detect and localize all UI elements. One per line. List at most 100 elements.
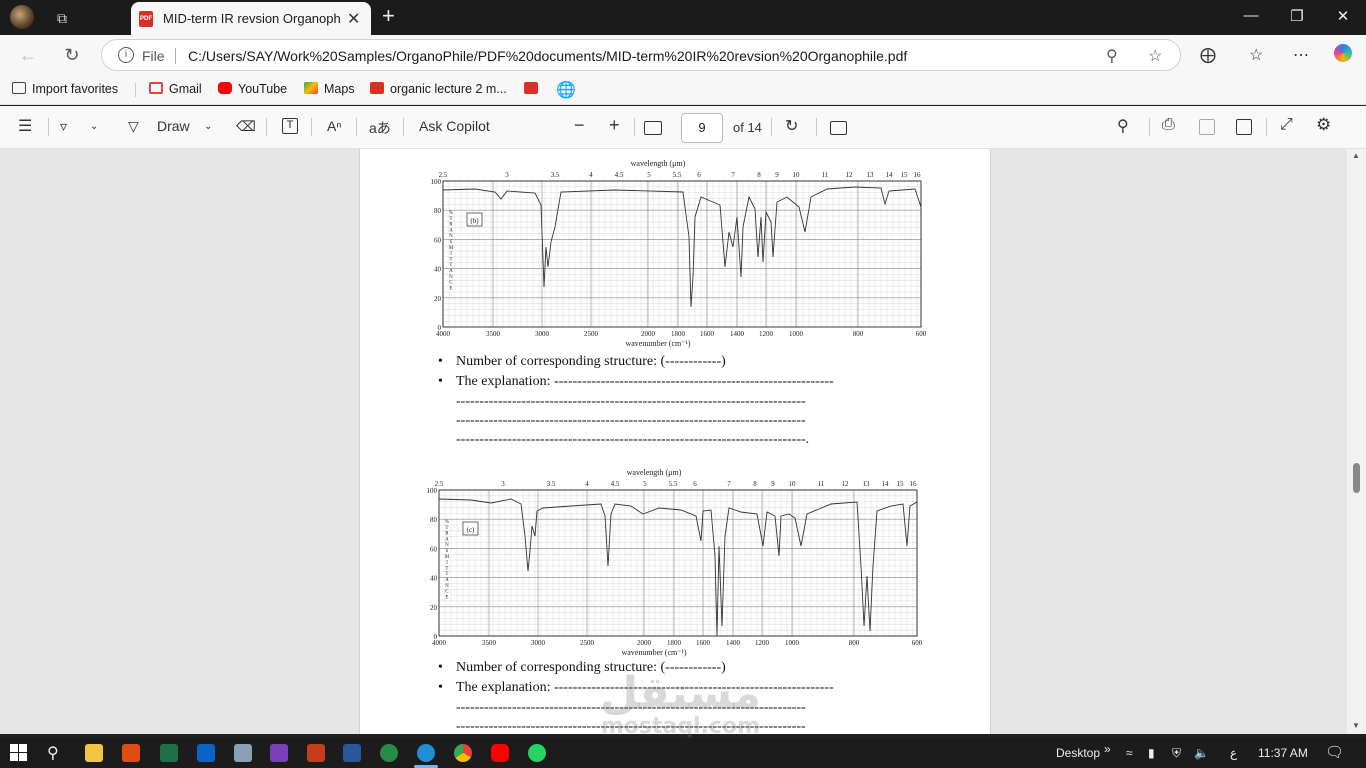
profile-avatar[interactable] [10,5,34,29]
calculator-icon[interactable] [234,744,252,762]
wavelength-axis-title: wavelength (μm) [627,468,682,477]
favorite-youtube[interactable]: YouTube [218,82,287,96]
favorite-maps[interactable]: Maps [304,82,355,96]
wavenumber-axis-title: wavenumber (cm⁻¹) [621,648,686,657]
x-tick-label: 1800 [667,639,682,647]
wavelength-tick-label: 16 [910,480,918,488]
app-icon[interactable] [380,744,398,762]
more-icon[interactable]: ⋯ [1293,45,1309,65]
eraser-icon[interactable]: ⌫ [236,118,256,135]
edge-icon[interactable] [417,744,435,762]
zoom-icon[interactable]: ⚲ [1106,46,1118,66]
extensions-icon[interactable]: ⨁ [1200,45,1216,65]
chevron-icon[interactable]: » [1104,742,1111,756]
translate-icon[interactable]: aあ [369,118,391,138]
answer-line: ----------------------------------------… [456,413,806,428]
ir-spectrum-c: wavelength (μm) wavenumber (cm⁻¹) (c) 10… [427,468,923,657]
scroll-up-icon[interactable]: ▲ [1352,151,1360,160]
volume-icon[interactable]: 🔈 [1194,746,1209,760]
excel-icon[interactable] [160,744,178,762]
full-screen-icon[interactable]: ⤢ [1280,116,1293,134]
vertical-scrollbar[interactable]: ▲ ▼ [1347,149,1366,734]
powerpoint-icon[interactable] [307,744,325,762]
toolbar-separator [816,118,817,136]
favorites-icon[interactable]: ☆ [1249,45,1263,65]
whatsapp-icon[interactable] [528,744,546,762]
info-icon[interactable]: i [118,47,134,63]
pdf-icon [524,82,538,94]
workspaces-icon[interactable]: ⧉ [52,8,72,28]
draw-button[interactable]: Draw [157,118,190,134]
draw-icon[interactable]: ▽ [128,118,139,135]
favorite-pdf[interactable] [524,82,544,96]
desktop-toolbar[interactable]: Desktop [1056,746,1100,760]
globe-icon[interactable]: 🌐 [556,80,576,100]
wifi-icon[interactable]: ≈ [1126,746,1133,760]
refresh-icon[interactable]: ↻ [60,43,84,67]
favorite-import[interactable]: Import favorites [12,82,118,96]
minimize-icon[interactable]: — [1241,7,1261,24]
active-tab[interactable]: PDF MID-term IR revsion Organophile ✕ [131,2,371,35]
chevron-down-icon[interactable]: ⌄ [90,121,98,132]
pdf-viewer[interactable]: wavelength (μm) wavenumber (cm⁻¹) (b) 10… [0,149,1366,734]
contents-icon[interactable]: ☰ [18,116,32,136]
toolbar-separator [1149,118,1150,136]
word-icon[interactable] [343,744,361,762]
highlight-icon[interactable]: ▿ [60,118,67,135]
ir-spectrum-b: wavelength (μm) wavenumber (cm⁻¹) (b) 10… [431,159,927,348]
favorite-star-icon[interactable]: ☆ [1148,46,1162,66]
file-explorer-icon[interactable] [85,744,103,762]
print-icon[interactable]: ⎙ [1162,116,1175,134]
favorites-bar: Import favorites Gmail YouTube Maps orga… [0,75,1366,105]
favorite-organic-lecture[interactable]: organic lecture 2 m... [370,82,507,96]
page-number-input[interactable]: 9 [681,113,723,143]
close-tab-icon[interactable]: ✕ [347,9,360,29]
chrome-icon[interactable] [454,744,472,762]
clock[interactable]: 11:37 AM [1258,746,1308,760]
read-aloud-icon[interactable]: Aⁿ [327,118,341,134]
zoom-in-button[interactable]: + [609,115,620,136]
url-text[interactable]: C:/Users/SAY/Work%20Samples/OrganoPhile/… [188,48,907,64]
ask-copilot-button[interactable]: Ask Copilot [419,118,490,134]
office-icon[interactable] [122,744,140,762]
rotate-icon[interactable]: ↻ [785,116,798,136]
new-tab-icon[interactable]: + [382,3,395,29]
notifications-icon[interactable]: 🗨 [1325,743,1344,761]
taskbar: ⚲ Desktop » ≈ ▮ ⛨ 🔈 ع 11:37 AM 🗨 [0,738,1366,768]
search-icon[interactable]: ⚲ [1117,116,1129,136]
favorite-gmail[interactable]: Gmail [149,82,202,96]
settings-gear-icon[interactable]: ⚙ [1316,115,1331,135]
fit-page-icon[interactable] [644,121,662,135]
restore-icon[interactable]: ❐ [1287,7,1307,25]
wavelength-tick-label: 7 [727,480,731,488]
page-view-icon[interactable] [830,121,847,135]
side-label-char: T [450,263,453,268]
back-icon[interactable]: ← [16,43,40,67]
x-tick-label: 2000 [641,330,656,338]
explanation-question: The explanation: -----------------------… [438,374,834,390]
chevron-down-icon[interactable]: ⌄ [204,121,212,132]
y-tick-label: 40 [434,266,442,274]
battery-icon[interactable]: ▮ [1148,746,1155,760]
security-shield-icon[interactable]: ⛨ [1172,746,1181,761]
wavelength-tick-label: 6 [697,171,701,179]
windows-start-icon[interactable] [10,744,28,762]
scroll-thumb[interactable] [1353,463,1360,493]
close-window-icon[interactable]: ✕ [1333,7,1353,25]
zoom-out-button[interactable]: − [574,115,585,136]
copilot-icon[interactable] [1334,44,1352,62]
save-icon[interactable] [1199,119,1215,135]
outlook-icon[interactable] [197,744,215,762]
side-label-char: A [445,537,449,542]
youtube-icon[interactable] [491,744,509,762]
text-box-icon[interactable]: T [282,118,298,134]
scroll-down-icon[interactable]: ▼ [1352,721,1360,730]
side-label-char: N [449,275,453,280]
wavelength-tick-label: 10 [789,480,797,488]
onenote-icon[interactable] [270,744,288,762]
search-icon[interactable]: ⚲ [47,743,59,763]
address-bar[interactable]: i File C:/Users/SAY/Work%20Samples/Organ… [101,39,1181,71]
language-indicator[interactable]: ع [1230,746,1237,760]
x-tick-label: 3000 [535,330,550,338]
save-as-icon[interactable] [1236,119,1252,135]
